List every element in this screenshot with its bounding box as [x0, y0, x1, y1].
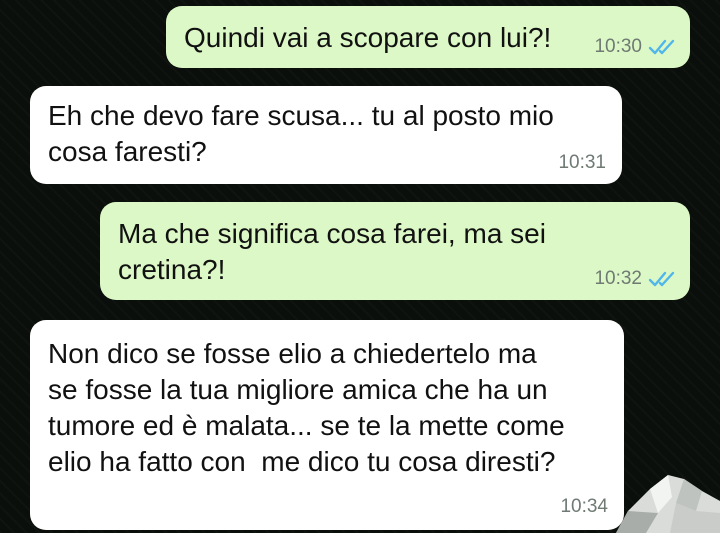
double-check-icon [648, 271, 675, 287]
outgoing-message[interactable]: Ma che significa cosa farei, ma sei cret… [100, 202, 690, 300]
message-meta: 10:34 [560, 496, 608, 518]
message-time: 10:34 [560, 496, 608, 517]
outgoing-message[interactable]: Quindi vai a scopare con lui?! 10:30 [166, 6, 690, 68]
incoming-message[interactable]: Eh che devo fare scusa... tu al posto mi… [30, 86, 622, 184]
wallpaper-rock-decoration [616, 475, 720, 533]
message-text: Non dico se fosse elio a chiedertelo ma … [48, 338, 565, 477]
message-text: Eh che devo fare scusa... tu al posto mi… [48, 100, 554, 167]
message-meta: 10:32 [594, 268, 678, 290]
message-time: 10:31 [558, 152, 606, 173]
message-time: 10:30 [594, 36, 642, 57]
incoming-message[interactable]: Non dico se fosse elio a chiedertelo ma … [30, 320, 624, 530]
message-meta: 10:30 [594, 36, 678, 58]
double-check-icon [648, 39, 675, 55]
message-time: 10:32 [594, 268, 642, 289]
message-meta: 10:31 [558, 152, 606, 174]
